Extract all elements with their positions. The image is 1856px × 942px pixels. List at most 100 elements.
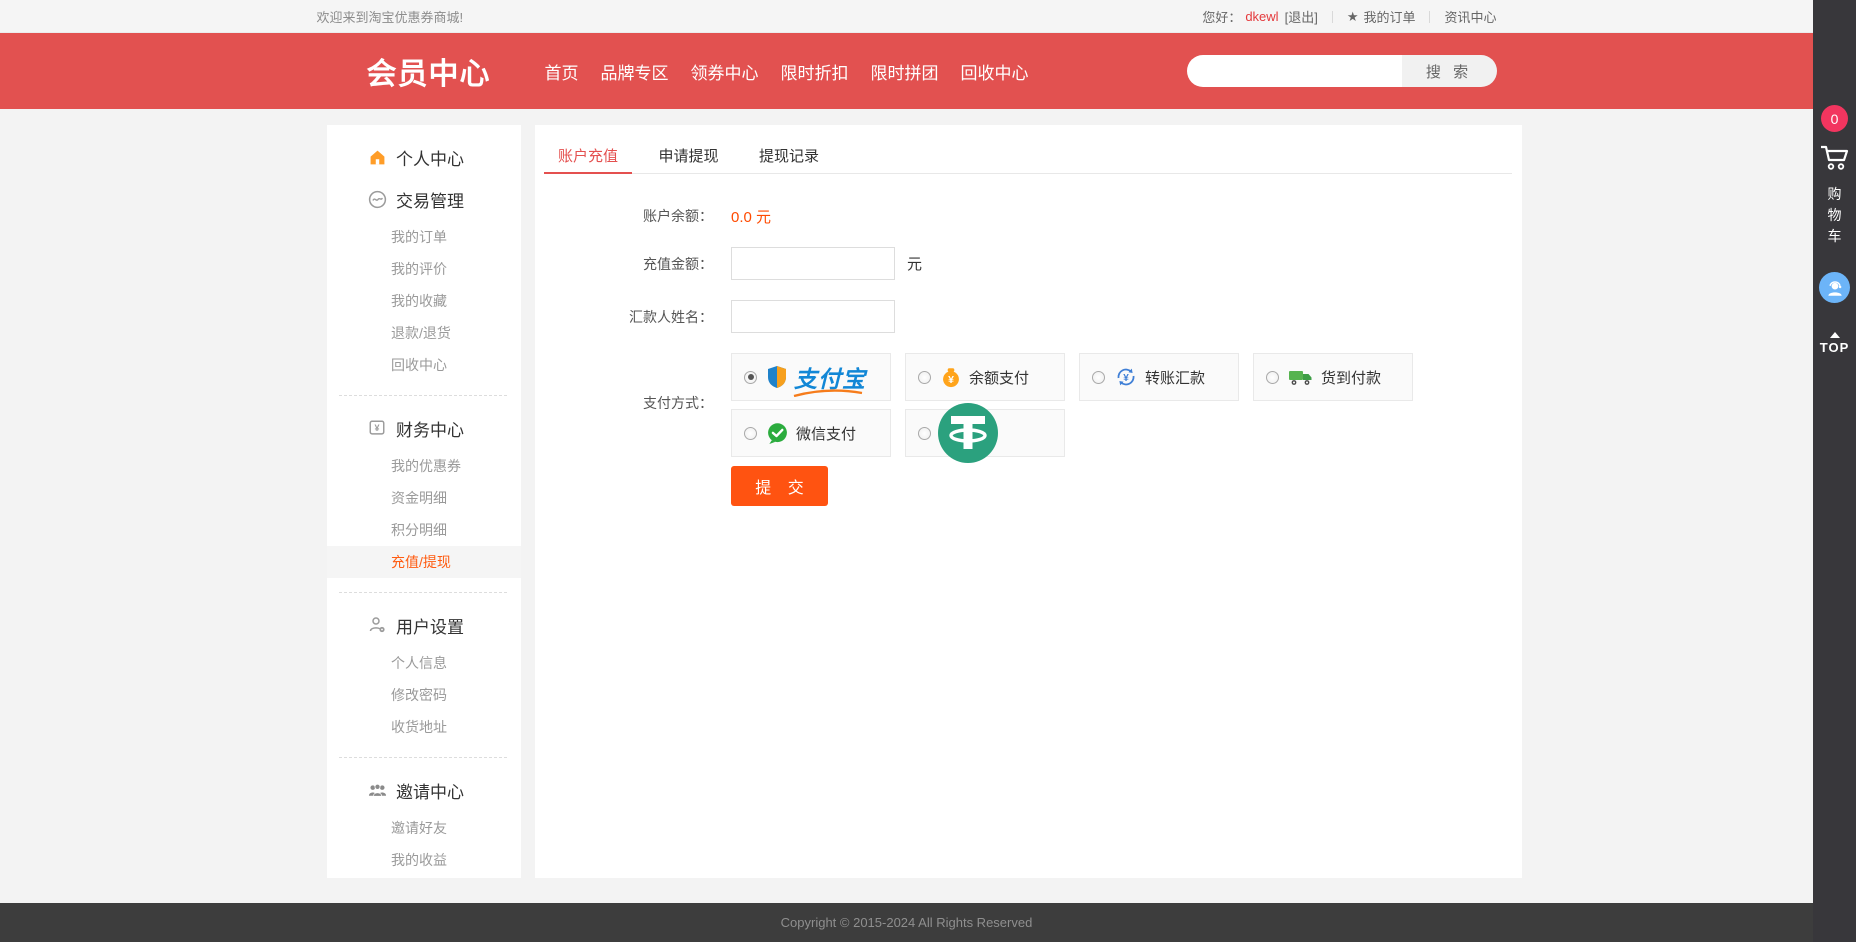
search-bar: 搜 索 bbox=[1187, 55, 1497, 87]
payment-option-usdt[interactable] bbox=[905, 409, 1065, 457]
payment-row: 支付宝 ¥ 余额支付 ¥ bbox=[731, 353, 1451, 401]
svg-text:¥: ¥ bbox=[948, 375, 954, 386]
payment-option-balance[interactable]: ¥ 余额支付 bbox=[905, 353, 1065, 401]
alipay-swoosh bbox=[792, 389, 864, 397]
svg-text:¥: ¥ bbox=[1123, 373, 1129, 384]
payment-options: 支付宝 ¥ 余额支付 ¥ bbox=[731, 353, 1451, 465]
payment-option-cod[interactable]: 货到付款 bbox=[1253, 353, 1413, 401]
top-utility-inner: 欢迎来到淘宝优惠券商城! 您好： dkewl [退出] ★ 我的订单 资讯中心 bbox=[317, 0, 1497, 33]
sidebar-section-title: 用户设置 bbox=[396, 613, 464, 638]
alipay-logo: 支付宝 bbox=[794, 360, 866, 394]
sidebar-section-title: 交易管理 bbox=[396, 187, 464, 212]
nav-home[interactable]: 首页 bbox=[545, 59, 579, 84]
finance-icon: ¥ bbox=[367, 418, 387, 438]
radio-alipay[interactable] bbox=[744, 371, 757, 384]
payment-option-transfer[interactable]: ¥ 转账汇款 bbox=[1079, 353, 1239, 401]
nav-flash-discount[interactable]: 限时折扣 bbox=[781, 59, 849, 84]
payment-option-label: 转账汇款 bbox=[1145, 367, 1205, 388]
nav-coupon-center[interactable]: 领券中心 bbox=[691, 59, 759, 84]
submit-button[interactable]: 提 交 bbox=[731, 466, 828, 506]
tab-bar: 账户充值 申请提现 提现记录 bbox=[544, 143, 1512, 174]
welcome-text: 欢迎来到淘宝优惠券商城! bbox=[317, 7, 464, 26]
sidebar-menu: 个人中心 交易管理 我的订单 我的评价 我的收藏 退款/退货 回收中心 ¥ bbox=[327, 125, 521, 876]
radio-usdt[interactable] bbox=[918, 427, 931, 440]
balance-value: 0.0 元 bbox=[731, 206, 771, 227]
payment-option-wechat[interactable]: 微信支付 bbox=[731, 409, 891, 457]
back-to-top-button[interactable]: TOP bbox=[1813, 332, 1856, 355]
search-button[interactable]: 搜 索 bbox=[1402, 55, 1497, 87]
amount-unit: 元 bbox=[907, 253, 922, 274]
balance-row: 账户余额： 0.0 元 bbox=[535, 201, 771, 231]
sidebar-item-refund-return[interactable]: 退款/退货 bbox=[327, 317, 521, 349]
invite-icon bbox=[367, 780, 387, 800]
main-header: 会员中心 首页 品牌专区 领券中心 限时折扣 限时拼团 回收中心 搜 索 bbox=[0, 33, 1813, 109]
cart-count-badge: 0 bbox=[1821, 105, 1848, 132]
customer-service-icon[interactable] bbox=[1819, 272, 1850, 303]
wechat-icon bbox=[766, 422, 789, 445]
sidebar-section-user-settings[interactable]: 用户设置 bbox=[327, 613, 521, 637]
sidebar-item-my-coupons[interactable]: 我的优惠券 bbox=[327, 450, 521, 482]
divider bbox=[339, 757, 507, 758]
divider bbox=[1332, 11, 1333, 23]
payment-option-label: 余额支付 bbox=[969, 367, 1029, 388]
tab-withdraw-records[interactable]: 提现记录 bbox=[745, 143, 833, 174]
sidebar-section-invite[interactable]: 邀请中心 bbox=[327, 778, 521, 802]
sidebar-item-invite-friends[interactable]: 邀请好友 bbox=[327, 812, 521, 844]
sidebar-section-title: 邀请中心 bbox=[396, 778, 464, 803]
sidebar-item-points-details[interactable]: 积分明细 bbox=[327, 514, 521, 546]
radio-transfer[interactable] bbox=[1092, 371, 1105, 384]
sidebar-item-recycle-center[interactable]: 回收中心 bbox=[327, 349, 521, 381]
payment-option-label: 微信支付 bbox=[796, 423, 856, 444]
sidebar-item-shipping-address[interactable]: 收货地址 bbox=[327, 711, 521, 743]
main-nav: 首页 品牌专区 领券中心 限时折扣 限时拼团 回收中心 bbox=[545, 59, 1051, 84]
sidebar-section-trade[interactable]: 交易管理 bbox=[327, 187, 521, 211]
sidebar-item-personal-info[interactable]: 个人信息 bbox=[327, 647, 521, 679]
username-link[interactable]: dkewl bbox=[1245, 9, 1278, 24]
sidebar-item-my-earnings[interactable]: 我的收益 bbox=[327, 844, 521, 876]
cart-icon[interactable] bbox=[1819, 143, 1850, 173]
tab-apply-withdraw[interactable]: 申请提现 bbox=[644, 143, 732, 174]
money-bag-icon: ¥ bbox=[940, 366, 962, 388]
payee-input[interactable] bbox=[731, 300, 895, 333]
sidebar-panel: 个人中心 交易管理 我的订单 我的评价 我的收藏 退款/退货 回收中心 ¥ bbox=[327, 125, 521, 878]
main-header-inner: 会员中心 首页 品牌专区 领券中心 限时折扣 限时拼团 回收中心 搜 索 bbox=[317, 33, 1497, 109]
sidebar-item-my-reviews[interactable]: 我的评价 bbox=[327, 253, 521, 285]
transfer-icon: ¥ bbox=[1114, 365, 1138, 389]
amount-row: 充值金额： 元 bbox=[535, 246, 922, 281]
radio-wechat[interactable] bbox=[744, 427, 757, 440]
my-orders-link[interactable]: 我的订单 bbox=[1363, 7, 1415, 26]
top-utility-links: 您好： dkewl [退出] ★ 我的订单 资讯中心 bbox=[1202, 7, 1496, 26]
payee-row: 汇款人姓名： bbox=[535, 299, 895, 334]
divider bbox=[339, 592, 507, 593]
page-content: 欢迎来到淘宝优惠券商城! 您好： dkewl [退出] ★ 我的订单 资讯中心 … bbox=[0, 0, 1813, 942]
amount-input[interactable] bbox=[731, 247, 895, 280]
radio-balance[interactable] bbox=[918, 371, 931, 384]
delivery-truck-icon bbox=[1288, 367, 1314, 387]
sidebar-item-change-password[interactable]: 修改密码 bbox=[327, 679, 521, 711]
radio-cod[interactable] bbox=[1266, 371, 1279, 384]
sidebar-section-title: 财务中心 bbox=[396, 416, 464, 441]
nav-brand-zone[interactable]: 品牌专区 bbox=[601, 59, 669, 84]
sidebar-section-personal[interactable]: 个人中心 bbox=[327, 145, 521, 169]
tab-account-recharge[interactable]: 账户充值 bbox=[544, 143, 632, 174]
nav-recycle-center[interactable]: 回收中心 bbox=[961, 59, 1029, 84]
nav-flash-group[interactable]: 限时拼团 bbox=[871, 59, 939, 84]
sidebar-item-fund-details[interactable]: 资金明细 bbox=[327, 482, 521, 514]
news-center-link[interactable]: 资讯中心 bbox=[1444, 7, 1496, 26]
payee-label: 汇款人姓名： bbox=[535, 307, 713, 327]
search-input[interactable] bbox=[1187, 55, 1402, 87]
sidebar-section-finance[interactable]: ¥ 财务中心 bbox=[327, 416, 521, 440]
payment-option-alipay[interactable]: 支付宝 bbox=[731, 353, 891, 401]
payment-label: 支付方式： bbox=[535, 393, 713, 413]
logout-link[interactable]: [退出] bbox=[1285, 7, 1318, 26]
top-utility-bar: 欢迎来到淘宝优惠券商城! 您好： dkewl [退出] ★ 我的订单 资讯中心 bbox=[0, 0, 1813, 33]
site-logo[interactable]: 会员中心 bbox=[317, 49, 491, 93]
sidebar-item-my-orders[interactable]: 我的订单 bbox=[327, 221, 521, 253]
alipay-shield-icon bbox=[766, 365, 788, 389]
sidebar-item-my-favorites[interactable]: 我的收藏 bbox=[327, 285, 521, 317]
page: 欢迎来到淘宝优惠券商城! 您好： dkewl [退出] ★ 我的订单 资讯中心 … bbox=[0, 0, 1856, 942]
back-to-top-label: TOP bbox=[1813, 340, 1856, 355]
divider bbox=[339, 395, 507, 396]
sidebar-item-recharge-withdraw[interactable]: 充值/提现 bbox=[327, 546, 521, 578]
cart-label[interactable]: 购物车 bbox=[1827, 184, 1842, 247]
